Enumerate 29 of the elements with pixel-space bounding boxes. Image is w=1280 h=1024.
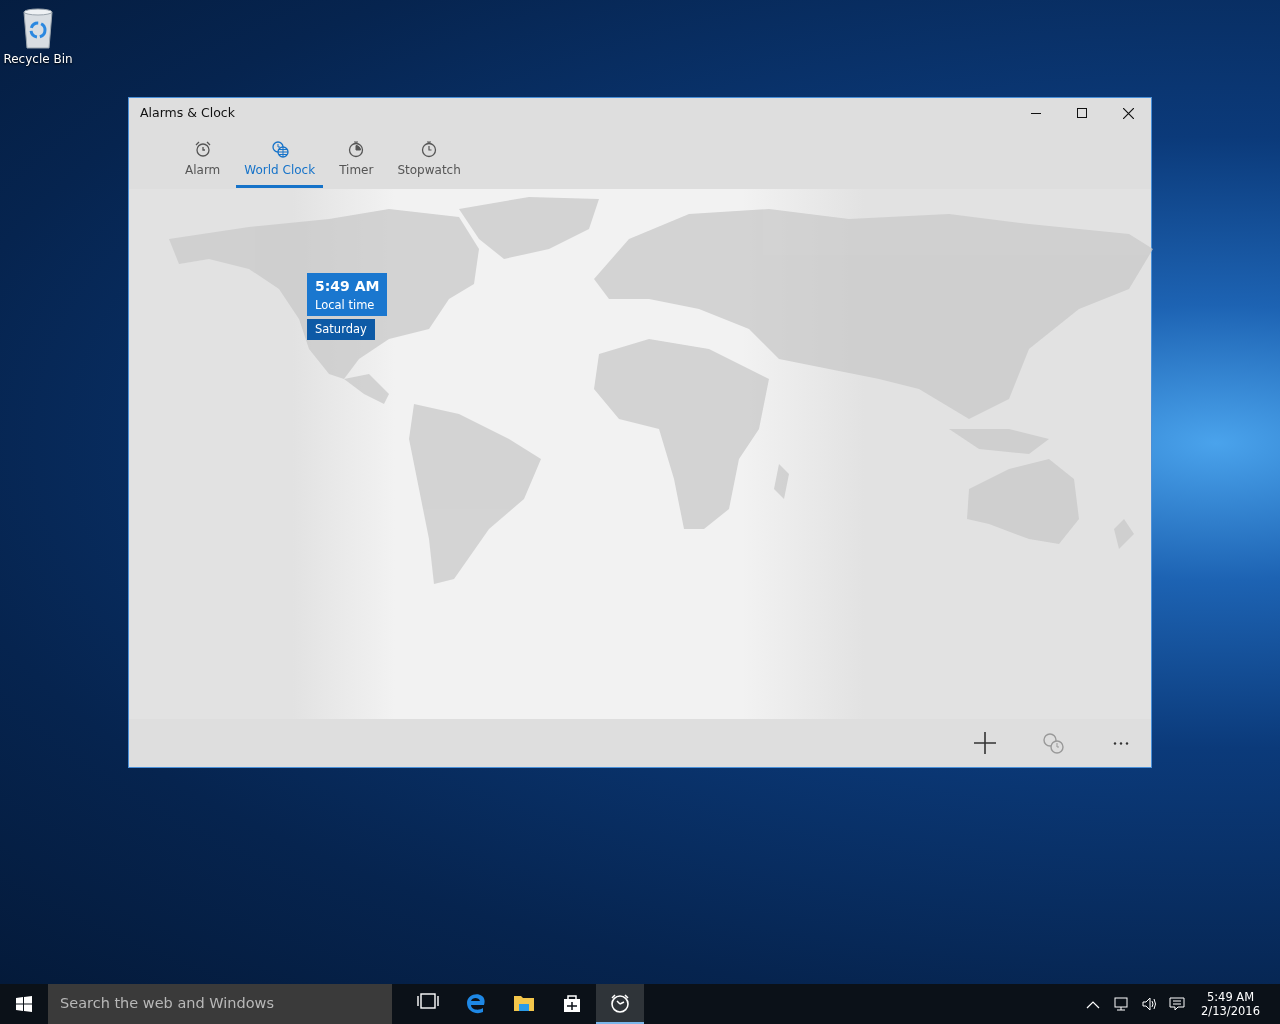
speaker-icon — [1141, 996, 1158, 1012]
message-icon — [1169, 996, 1186, 1012]
icon-label: Recycle Bin — [3, 51, 73, 68]
alarm-clock-icon — [609, 992, 631, 1014]
tab[interactable]: Stopwatch — [389, 128, 469, 188]
minimize-icon — [1031, 112, 1041, 114]
window-title: Alarms & Clock — [139, 103, 235, 122]
day-label: Saturday — [307, 318, 375, 340]
browser-e-icon — [465, 992, 487, 1014]
local-time: 5:49 AM — [315, 276, 380, 296]
search-field[interactable]: Search the web and Windows — [48, 984, 392, 1024]
globe-clock-icon — [270, 140, 289, 158]
time-caption: Local time — [315, 296, 376, 314]
tray-button[interactable] — [1167, 996, 1188, 1012]
desktop-shortcut[interactable]: Recycle Bin — [2, 6, 74, 68]
tab[interactable]: Timer — [331, 128, 382, 188]
plus-icon — [974, 732, 996, 754]
tab[interactable]: Alarm — [177, 128, 229, 188]
taskbar-app[interactable] — [596, 984, 644, 1024]
more-icon — [1113, 741, 1129, 745]
close-icon — [1122, 107, 1134, 119]
windows-logo-icon — [16, 996, 32, 1012]
two-clocks-icon — [1042, 732, 1064, 754]
timer-icon — [347, 140, 366, 158]
stopwatch-icon — [420, 140, 439, 158]
network-icon — [1113, 996, 1130, 1012]
maximize-icon — [1077, 108, 1087, 118]
alarm-clock-icon — [193, 140, 212, 158]
taskbar-clock[interactable]: 5:49 AM 2/13/2016 — [1195, 988, 1266, 1020]
